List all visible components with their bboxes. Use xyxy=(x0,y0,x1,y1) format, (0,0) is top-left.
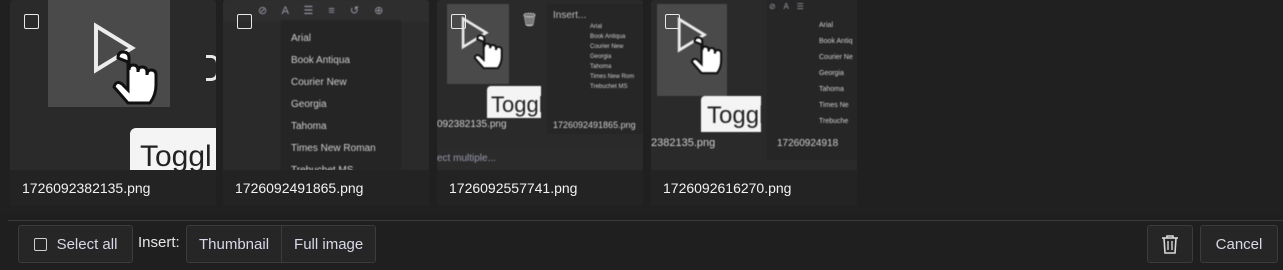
item-checkbox[interactable] xyxy=(665,14,680,29)
select-all-label: Select all xyxy=(56,235,118,253)
gallery-item[interactable]: Toggl 1726092382135.png xyxy=(10,0,216,206)
bottom-toolbar: Select all Insert: Thumbnail Full image … xyxy=(8,220,1283,270)
play-cursor-icon xyxy=(461,16,503,70)
cancel-button[interactable]: Cancel xyxy=(1200,225,1278,263)
gallery-item[interactable]: Toggl ⊘ A ☰ Arial Book Antiq Courier Ne … xyxy=(651,0,857,206)
select-all-checkbox-icon xyxy=(33,237,47,251)
play-cursor-icon xyxy=(94,22,158,105)
item-checkbox[interactable] xyxy=(237,14,252,29)
item-filename: 1726092616270.png xyxy=(651,170,857,206)
delete-button[interactable] xyxy=(1147,225,1193,263)
full-image-button[interactable]: Full image xyxy=(281,226,375,262)
item-checkbox[interactable] xyxy=(24,14,39,29)
item-filename: 1726092557741.png xyxy=(437,170,643,206)
insert-mode-group: Thumbnail Full image xyxy=(186,225,377,263)
item-filename: 1726092491865.png xyxy=(223,170,429,206)
item-filename: 1726092382135.png xyxy=(10,170,216,206)
gallery-item[interactable]: ⊘ A ☰ ≡ ↺ ⊕ Arial Book Antiqua Courier N… xyxy=(223,0,429,206)
trash-icon xyxy=(1162,235,1178,254)
select-all-button[interactable]: Select all xyxy=(18,225,133,263)
thumbnail-button[interactable]: Thumbnail xyxy=(187,226,281,262)
item-checkbox[interactable] xyxy=(451,14,466,29)
gallery-item[interactable]: 🗑 Insert... Arial Book Antiqua Courier N… xyxy=(437,0,643,206)
image-gallery: Toggl 1726092382135.png ⊘ A ☰ ≡ ↺ ⊕ Aria… xyxy=(0,0,1283,214)
play-cursor-icon xyxy=(677,16,723,75)
insert-label: Insert: xyxy=(138,234,180,251)
